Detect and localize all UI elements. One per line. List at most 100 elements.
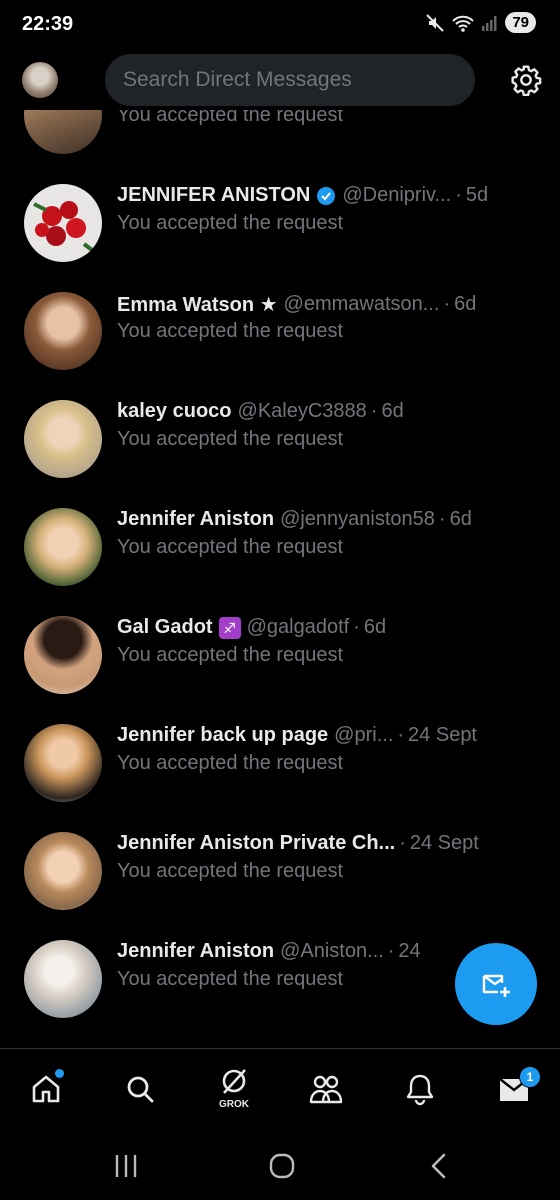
messages-header: Search Direct Messages xyxy=(0,50,560,110)
search-input[interactable]: Search Direct Messages xyxy=(105,54,475,106)
nav-grok[interactable]: GROK xyxy=(214,1067,254,1110)
new-message-button[interactable] xyxy=(455,943,537,1025)
separator-dot: · xyxy=(438,508,446,530)
mute-icon xyxy=(426,13,445,32)
conversation-row[interactable]: You accepted the request xyxy=(0,110,560,170)
conversation-row[interactable]: kaley cuoco @KaleyC3888 · 6d You accepte… xyxy=(0,386,560,494)
sender-name: Gal Gadot xyxy=(117,616,213,638)
sagittarius-emoji-icon: ♐ xyxy=(218,616,241,639)
recent-apps-icon[interactable] xyxy=(112,1153,140,1179)
gear-icon[interactable] xyxy=(510,64,542,96)
conversation-header: Gal Gadot ♐ @galgadotf · 6d xyxy=(117,616,510,639)
conversation-header: Jennifer Aniston @Aniston... · 24 xyxy=(117,940,510,963)
message-preview: You accepted the request xyxy=(117,536,344,558)
back-icon[interactable] xyxy=(428,1152,450,1180)
grok-label: GROK xyxy=(219,1099,249,1110)
sender-handle: @KaleyC3888 xyxy=(237,400,367,422)
message-preview: You accepted the request xyxy=(117,752,344,774)
conversation-header: kaley cuoco @KaleyC3888 · 6d xyxy=(117,400,510,423)
status-bar: 22:39 79 xyxy=(0,0,560,50)
sender-name: Jennifer back up page xyxy=(117,724,329,746)
nav-notifications[interactable] xyxy=(400,1069,440,1109)
sender-handle: @pri... xyxy=(334,724,394,746)
message-time: 6d xyxy=(363,616,387,638)
sender-name: Jennifer Aniston xyxy=(117,508,275,530)
communities-icon xyxy=(309,1075,343,1104)
sender-name: Jennifer Aniston Private Ch... xyxy=(117,832,396,854)
signal-icon xyxy=(482,15,497,31)
home-button-icon[interactable] xyxy=(268,1152,296,1180)
separator-dot: · xyxy=(353,616,360,638)
conversation-row[interactable]: Jennifer back up page @pri... · 24 Sept … xyxy=(0,710,560,818)
avatar xyxy=(24,616,102,694)
nav-search[interactable] xyxy=(120,1069,160,1109)
nav-messages[interactable]: 1 xyxy=(494,1066,541,1109)
sender-handle: @galgadotf xyxy=(246,616,350,638)
separator-dot: · xyxy=(387,940,395,962)
separator-dot: · xyxy=(455,184,462,206)
avatar xyxy=(24,184,102,262)
sender-handle: @Aniston... xyxy=(280,940,384,962)
message-time: 6d xyxy=(449,508,472,530)
message-time: 6d xyxy=(454,293,477,315)
message-preview: You accepted the request xyxy=(117,968,344,990)
avatar xyxy=(24,724,102,802)
avatar xyxy=(24,832,102,910)
battery-indicator: 79 xyxy=(505,12,536,33)
message-preview: You accepted the request xyxy=(117,428,344,450)
sender-handle: @emmawatson... xyxy=(283,293,440,315)
conversation-row[interactable]: Jennifer Aniston Private Ch... · 24 Sept… xyxy=(0,818,560,926)
bottom-nav: GROK 1 xyxy=(0,1048,560,1131)
avatar xyxy=(24,110,102,154)
message-time: 24 Sept xyxy=(408,724,477,746)
sender-handle: @jennyaniston58 xyxy=(280,508,435,530)
separator-dot: · xyxy=(397,724,405,746)
conversation-header: Emma Watson ★ @emmawatson... · 6d xyxy=(117,292,510,317)
message-preview: You accepted the request xyxy=(117,110,344,126)
roses-image xyxy=(24,184,102,262)
sender-name: kaley cuoco xyxy=(117,400,232,422)
message-preview: You accepted the request xyxy=(117,860,344,882)
search-icon xyxy=(127,1076,154,1103)
messages-badge: 1 xyxy=(519,1066,541,1088)
status-icons: 79 xyxy=(425,12,536,33)
message-preview: You accepted the request xyxy=(117,320,344,342)
wifi-icon xyxy=(452,15,475,32)
message-preview: You accepted the request xyxy=(117,644,344,666)
profile-avatar[interactable] xyxy=(22,62,58,98)
nav-home[interactable] xyxy=(26,1069,66,1109)
conversation-header: Jennifer Aniston Private Ch... · 24 Sept xyxy=(117,832,510,855)
conversation-row[interactable]: Emma Watson ★ @emmawatson... · 6d You ac… xyxy=(0,278,560,386)
conversation-row[interactable]: Jennifer Aniston @jennyaniston58 · 6d Yo… xyxy=(0,494,560,602)
verified-badge-icon xyxy=(317,186,336,205)
system-nav-bar xyxy=(0,1130,560,1200)
message-time: 24 Sept xyxy=(409,832,479,854)
conversation-header: Jennifer Aniston @jennyaniston58 · 6d xyxy=(117,508,510,531)
separator-dot: · xyxy=(399,832,406,854)
home-notification-dot xyxy=(55,1069,64,1078)
message-time: 6d xyxy=(381,400,404,422)
avatar xyxy=(24,508,102,586)
search-placeholder: Search Direct Messages xyxy=(123,68,352,91)
avatar xyxy=(24,400,102,478)
sender-name: Jennifer Aniston xyxy=(117,940,275,962)
new-message-icon xyxy=(482,974,510,997)
conversation-list: You accepted the request JENNIFER ANISTO… xyxy=(0,110,560,1048)
sender-name: JENNIFER ANISTON xyxy=(117,184,311,206)
conversation-row[interactable]: JENNIFER ANISTON @Denipriv... · 5d You a… xyxy=(0,170,560,278)
separator-dot: · xyxy=(370,400,378,422)
sender-handle: @Denipriv... xyxy=(342,184,452,206)
status-time: 22:39 xyxy=(22,13,74,35)
message-time: 5d xyxy=(465,184,489,206)
conversation-header: JENNIFER ANISTON @Denipriv... · 5d xyxy=(117,184,510,207)
grok-icon xyxy=(222,1069,246,1094)
avatar xyxy=(24,940,102,1018)
message-preview: You accepted the request xyxy=(117,212,344,234)
avatar xyxy=(24,292,102,370)
conversation-row[interactable]: Gal Gadot ♐ @galgadotf · 6d You accepted… xyxy=(0,602,560,710)
bell-icon xyxy=(406,1074,434,1106)
nav-communities[interactable] xyxy=(306,1069,346,1109)
separator-dot: · xyxy=(443,293,451,315)
message-time: 24 xyxy=(398,940,421,962)
conversation-header: Jennifer back up page @pri... · 24 Sept xyxy=(117,724,510,747)
